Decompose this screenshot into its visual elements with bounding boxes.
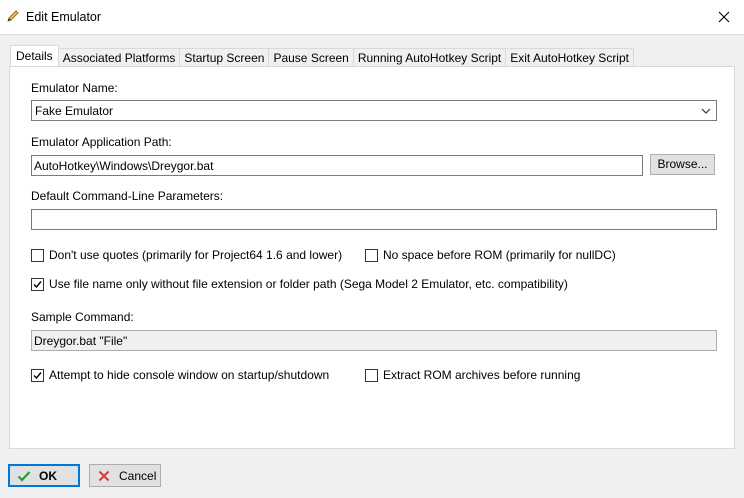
ok-label: OK bbox=[39, 468, 57, 483]
tab-associated-platforms[interactable]: Associated Platforms bbox=[57, 48, 181, 66]
checkbox-label: Use file name only without file extensio… bbox=[49, 277, 568, 291]
checkmark-icon bbox=[33, 371, 42, 379]
emulator-name-value: Fake Emulator bbox=[35, 104, 114, 118]
no-space-checkbox[interactable]: No space before ROM (primarily for nullD… bbox=[365, 248, 616, 262]
file-name-only-checkbox[interactable]: Use file name only without file extensio… bbox=[31, 277, 568, 291]
checkbox-box[interactable] bbox=[31, 277, 44, 291]
params-input[interactable] bbox=[31, 209, 717, 230]
tab-exit-autohotkey-script[interactable]: Exit AutoHotkey Script bbox=[505, 48, 634, 66]
close-icon bbox=[718, 11, 730, 23]
checkbox-label: No space before ROM (primarily for nullD… bbox=[383, 248, 616, 262]
tab-details[interactable]: Details bbox=[10, 45, 59, 66]
close-icon bbox=[98, 470, 110, 481]
tab-running-autohotkey-script[interactable]: Running AutoHotkey Script bbox=[352, 48, 507, 66]
window-title: Edit Emulator bbox=[26, 10, 102, 24]
checkbox-label: Extract ROM archives before running bbox=[383, 368, 581, 382]
details-panel: Emulator Name: Fake Emulator Emulator Ap… bbox=[9, 66, 735, 449]
hide-console-checkbox[interactable]: Attempt to hide console window on startu… bbox=[31, 368, 329, 382]
ok-button[interactable]: OK bbox=[8, 464, 80, 487]
checkbox-label: Don't use quotes (primarily for Project6… bbox=[49, 248, 343, 262]
checkbox-box[interactable] bbox=[365, 248, 378, 262]
emulator-name-combobox[interactable]: Fake Emulator bbox=[31, 100, 717, 121]
tab-pause-screen[interactable]: Pause Screen bbox=[268, 48, 354, 66]
title-bar: Edit Emulator bbox=[0, 0, 744, 35]
checkbox-box[interactable] bbox=[365, 368, 378, 382]
close-button[interactable] bbox=[704, 0, 744, 34]
sample-command-label: Sample Command: bbox=[31, 310, 134, 324]
app-path-label: Emulator Application Path: bbox=[31, 135, 172, 149]
checkmark-icon bbox=[17, 470, 31, 482]
extract-rom-checkbox[interactable]: Extract ROM archives before running bbox=[365, 368, 580, 382]
checkmark-icon bbox=[33, 280, 42, 288]
no-quotes-checkbox[interactable]: Don't use quotes (primarily for Project6… bbox=[31, 248, 342, 262]
sample-command-field: Dreygor.bat "File" bbox=[31, 330, 717, 351]
browse-button[interactable]: Browse... bbox=[650, 154, 715, 175]
cancel-label: Cancel bbox=[119, 468, 157, 483]
emulator-name-label: Emulator Name: bbox=[31, 81, 118, 95]
pencil-icon bbox=[7, 10, 19, 22]
checkbox-label: Attempt to hide console window on startu… bbox=[49, 368, 330, 382]
checkbox-box[interactable] bbox=[31, 368, 44, 382]
chevron-down-icon bbox=[701, 108, 711, 114]
checkbox-box[interactable] bbox=[31, 248, 44, 262]
tab-strip: Details Associated Platforms Startup Scr… bbox=[10, 45, 634, 66]
params-label: Default Command-Line Parameters: bbox=[31, 189, 224, 203]
cancel-button[interactable]: Cancel bbox=[89, 464, 161, 487]
app-path-input[interactable]: AutoHotkey\Windows\Dreygor.bat bbox=[31, 155, 643, 176]
tab-startup-screen[interactable]: Startup Screen bbox=[179, 48, 270, 66]
